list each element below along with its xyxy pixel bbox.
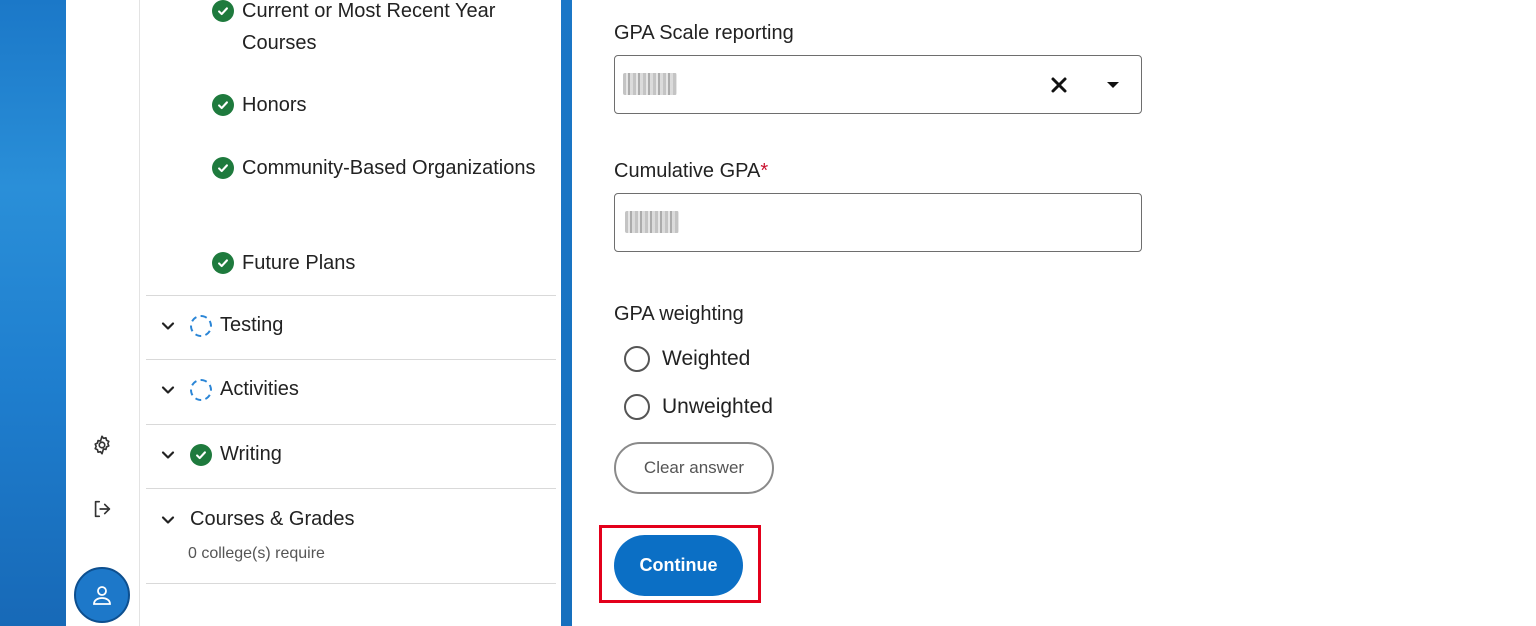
clear-answer-button[interactable]: Clear answer: [614, 442, 774, 494]
radio-weighted[interactable]: Weighted: [624, 346, 750, 372]
radio-circle[interactable]: [624, 394, 650, 420]
nav-item-current-courses[interactable]: Current or Most Recent Year Courses: [212, 0, 542, 59]
check-circle-icon: [212, 0, 234, 22]
icon-rail: [66, 0, 140, 626]
nav-section-label: Activities: [220, 378, 299, 400]
nav-divider: [146, 488, 556, 489]
panel-separator: [561, 0, 572, 626]
cumulative-gpa-input[interactable]: [614, 193, 1142, 252]
nav-section-label: Courses & Grades: [190, 508, 355, 530]
cumulative-gpa-label-text: Cumulative GPA: [614, 160, 761, 182]
chevron-down-icon: [158, 316, 178, 336]
left-brand-strip: [0, 0, 66, 626]
nav-item-label: Honors: [242, 94, 307, 116]
in-progress-icon: [190, 314, 212, 337]
user-avatar-button[interactable]: [74, 567, 130, 623]
check-circle-icon: [212, 252, 234, 274]
nav-divider: [146, 424, 556, 425]
user-icon: [93, 586, 111, 605]
radio-unweighted[interactable]: Unweighted: [624, 394, 773, 420]
nav-item-label: Current or Most Recent Year Courses: [242, 0, 496, 54]
redacted-value: [625, 211, 679, 233]
gear-icon[interactable]: [88, 431, 116, 459]
app-window: Current or Most Recent Year Courses Hono…: [0, 0, 1536, 626]
nav-divider: [146, 583, 556, 584]
radio-label: Unweighted: [662, 395, 773, 418]
in-progress-icon: [190, 378, 212, 401]
gpa-form: GPA Scale reporting Cumulative GPA* GPA …: [599, 0, 1214, 626]
check-circle-icon: [212, 94, 234, 116]
application-sidebar-nav: Current or Most Recent Year Courses Hono…: [146, 0, 556, 626]
chevron-down-icon: [158, 510, 178, 530]
nav-item-future-plans[interactable]: Future Plans: [212, 247, 542, 279]
nav-item-label: Community-Based Organizations: [242, 157, 536, 179]
chevron-down-icon: [158, 380, 178, 400]
continue-button[interactable]: Continue: [614, 535, 743, 596]
nav-section-writing[interactable]: Writing: [158, 443, 282, 466]
nav-item-label: Future Plans: [242, 252, 356, 274]
gpa-scale-select[interactable]: [614, 55, 1142, 114]
nav-item-honors[interactable]: Honors: [212, 89, 542, 121]
nav-section-courses-grades[interactable]: Courses & Grades: [158, 508, 355, 531]
close-icon[interactable]: [1045, 71, 1073, 99]
nav-divider: [146, 359, 556, 360]
sign-out-icon[interactable]: [88, 495, 116, 523]
nav-item-community-based-organizations[interactable]: Community-Based Organizations: [212, 152, 542, 184]
caret-down-icon[interactable]: [1099, 71, 1127, 99]
radio-circle[interactable]: [624, 346, 650, 372]
radio-label: Weighted: [662, 347, 751, 370]
gpa-weighting-label: GPA weighting: [614, 303, 744, 325]
redacted-value: [623, 73, 677, 95]
check-circle-icon: [190, 443, 212, 466]
nav-section-activities[interactable]: Activities: [158, 378, 299, 401]
cumulative-gpa-label: Cumulative GPA*: [614, 160, 768, 183]
nav-section-label: Writing: [220, 443, 282, 465]
nav-divider: [146, 295, 556, 296]
chevron-down-icon: [158, 445, 178, 465]
colleges-require-note: 0 college(s) require: [188, 545, 325, 562]
required-marker: *: [760, 160, 769, 182]
nav-section-testing[interactable]: Testing: [158, 314, 283, 337]
nav-section-label: Testing: [220, 314, 284, 336]
gpa-scale-label: GPA Scale reporting: [614, 22, 794, 44]
check-circle-icon: [212, 157, 234, 179]
